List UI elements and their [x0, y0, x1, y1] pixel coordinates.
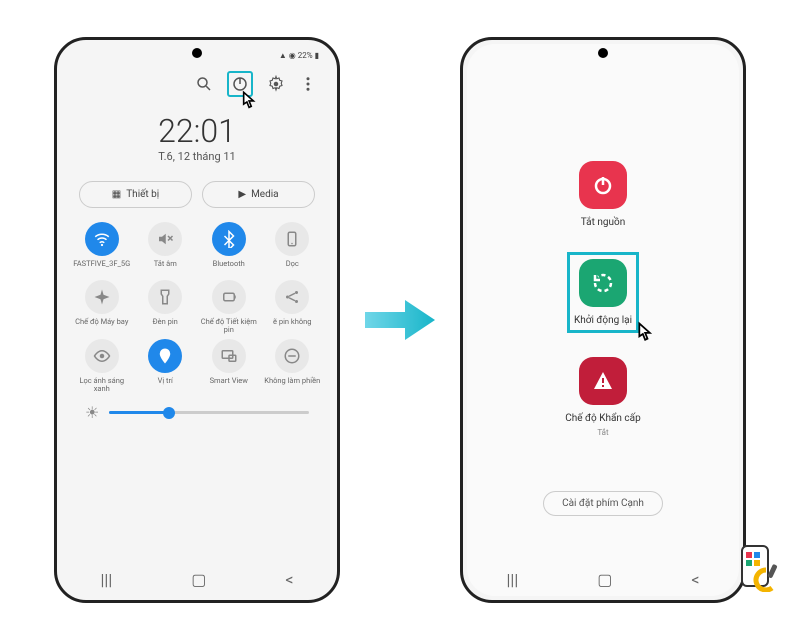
battery-icon: ▮	[315, 51, 319, 60]
airplane-icon	[85, 280, 119, 314]
emergency-label: Chế độ Khẩn cấp	[565, 413, 640, 424]
qs-label: ẽ pin không	[273, 318, 311, 334]
power-off-label: Tắt nguồn	[581, 217, 625, 228]
qs-tile-location[interactable]: Vị trí	[135, 339, 197, 394]
qs-label: Không làm phiền	[264, 377, 320, 393]
nav-recent[interactable]: |||	[101, 570, 113, 589]
qs-tile-portrait[interactable]: Dọc	[262, 222, 324, 276]
nav-home[interactable]: ▢	[191, 570, 206, 589]
arrow-icon	[360, 290, 440, 350]
clock-time: 22:01	[61, 112, 333, 150]
emergency-sublabel: Tắt	[597, 428, 608, 437]
restart-button[interactable]: Khởi động lại	[567, 252, 639, 333]
qs-tile-bluetooth[interactable]: Bluetooth	[198, 222, 260, 276]
clock-date: T.6, 12 tháng 11	[61, 150, 333, 163]
cursor-icon	[235, 89, 261, 115]
devices-button[interactable]: ▦ Thiết bị	[79, 181, 192, 208]
battery-icon	[212, 280, 246, 314]
qs-label: Đèn pin	[153, 318, 178, 334]
brightness-slider[interactable]: ☀	[61, 399, 333, 426]
qs-tile-airplane[interactable]: Chế độ Máy bay	[71, 280, 133, 335]
settings-icon[interactable]	[267, 75, 285, 93]
nav-back[interactable]: <	[691, 570, 699, 589]
wifi-icon: ◉	[289, 51, 296, 60]
quick-settings-grid: FASTFIVE_3F_5G Tắt âm Bluetooth Dọc Chế độ M…	[61, 216, 333, 399]
more-icon[interactable]	[299, 75, 317, 93]
edge-settings-button[interactable]: Cài đặt phím Cạnh	[543, 491, 663, 516]
media-label: Media	[251, 189, 279, 200]
qs-label: Dọc	[286, 260, 299, 276]
battery-text: 22%	[298, 51, 313, 60]
power-icon[interactable]	[227, 71, 253, 97]
qs-tile-flashlight[interactable]: Đèn pin	[135, 280, 197, 335]
qs-tile-mute[interactable]: Tắt âm	[135, 222, 197, 276]
qs-tile-wifi[interactable]: FASTFIVE_3F_5G	[71, 222, 133, 276]
eye-icon	[85, 339, 119, 373]
grid-icon: ▦	[112, 189, 121, 200]
signal-icon: ▲	[279, 51, 287, 60]
qs-label: Tắt âm	[154, 260, 177, 276]
watermark-logo	[728, 542, 792, 592]
qs-label: Lọc ánh sáng xanh	[71, 377, 133, 394]
qs-label: Smart View	[210, 377, 248, 393]
qs-label: Chế độ Tiết kiệm pin	[198, 318, 260, 335]
qs-label: Chế độ Máy bay	[75, 318, 128, 334]
flashlight-icon	[148, 280, 182, 314]
portrait-icon	[275, 222, 309, 256]
status-bar: ▲ ◉ 22% ▮	[61, 44, 333, 66]
brightness-icon: ☀	[85, 403, 99, 422]
phone-right: Tắt nguồn Khởi động lại Chế độ Khẩn cấp …	[460, 37, 746, 603]
qs-tile-battery[interactable]: Chế độ Tiết kiệm pin	[198, 280, 260, 335]
play-icon: ▶	[238, 189, 246, 200]
qs-tile-eye[interactable]: Lọc ánh sáng xanh	[71, 339, 133, 394]
bluetooth-icon	[212, 222, 246, 256]
search-icon[interactable]	[195, 75, 213, 93]
smartview-icon	[212, 339, 246, 373]
devices-label: Thiết bị	[126, 189, 159, 200]
cursor-icon	[630, 320, 658, 348]
location-icon	[148, 339, 182, 373]
wifi-icon	[85, 222, 119, 256]
emergency-button[interactable]: Chế độ Khẩn cấp Tắt	[565, 357, 640, 437]
nav-back[interactable]: <	[285, 570, 293, 589]
qs-label: FASTFIVE_3F_5G	[73, 260, 130, 276]
qs-label: Bluetooth	[213, 260, 245, 276]
qs-tile-share[interactable]: ẽ pin không	[262, 280, 324, 335]
phone-left: ▲ ◉ 22% ▮ 22:01 T.6, 12 tháng 11 ▦ Thiết …	[54, 37, 340, 603]
nav-home[interactable]: ▢	[597, 570, 612, 589]
restart-label: Khởi động lại	[574, 315, 632, 326]
dnd-icon	[275, 339, 309, 373]
share-icon	[275, 280, 309, 314]
qs-label: Vị trí	[158, 377, 173, 393]
mute-icon	[148, 222, 182, 256]
qs-tile-smartview[interactable]: Smart View	[198, 339, 260, 394]
qs-tile-dnd[interactable]: Không làm phiền	[262, 339, 324, 394]
media-button[interactable]: ▶ Media	[202, 181, 315, 208]
power-off-button[interactable]: Tắt nguồn	[579, 161, 627, 228]
nav-recent[interactable]: |||	[507, 570, 519, 589]
